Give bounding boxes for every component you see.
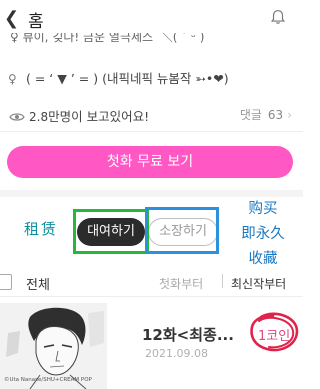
tags-text: ( = ‘ ▼ ’ = ) (내픽네픽 뉴봄작 ➳•❤︎) bbox=[26, 71, 229, 86]
tag-icon: ♀ bbox=[8, 72, 17, 86]
page-title: 홈 bbox=[28, 12, 44, 32]
divider bbox=[0, 296, 303, 297]
annotation-green-box bbox=[73, 209, 149, 254]
sort-latest-button[interactable]: 최신작부터 bbox=[231, 275, 286, 292]
annotation-buy-line: 购买 bbox=[248, 201, 278, 217]
top-bar: ❮ 홈 bbox=[0, 0, 303, 36]
chevron-left-icon[interactable]: ❮ bbox=[4, 8, 19, 29]
episode-list-header: 전체 첫화부터 최신작부터 bbox=[0, 270, 303, 296]
annotation-buy-note: 购买 即永久 收藏 bbox=[232, 197, 294, 272]
select-all-label: 전체 bbox=[26, 278, 50, 293]
comments-link[interactable]: 댓글 63 › bbox=[240, 106, 292, 123]
annotation-buy-line: 收藏 bbox=[248, 251, 278, 267]
section-gap bbox=[0, 190, 303, 197]
sort-separator bbox=[222, 274, 223, 288]
comments-count: 63 bbox=[267, 108, 284, 122]
annotation-red-circle bbox=[250, 312, 299, 352]
divider bbox=[0, 131, 303, 132]
comments-label: 댓글 bbox=[239, 108, 262, 122]
views-text: 만명이 보고있어요! bbox=[48, 109, 150, 124]
chevron-right-icon: › bbox=[287, 108, 292, 122]
eye-icon bbox=[9, 113, 25, 121]
select-all-checkbox[interactable] bbox=[0, 274, 12, 290]
episode-title[interactable]: 12화<최종... bbox=[142, 324, 234, 345]
annotation-blue-box bbox=[145, 207, 219, 254]
first-episode-free-button[interactable]: 첫화 무료 보기 bbox=[7, 146, 293, 178]
annotation-rent-note: 租赁 bbox=[24, 220, 59, 238]
episode-thumbnail[interactable]: ©Uta Nanase/SHU+CREAM POP bbox=[0, 303, 107, 389]
thumbnail-credit: ©Uta Nanase/SHU+CREAM POP bbox=[4, 377, 92, 383]
views-row: 2.8만명이 보고있어요! 댓글 63 › bbox=[8, 106, 298, 125]
views-count: 2.8 bbox=[29, 110, 49, 124]
sort-first-button[interactable]: 첫화부터 bbox=[159, 275, 203, 292]
episode-date: 2021.09.08 bbox=[145, 347, 208, 360]
tags-row: ♀ ( = ‘ ▼ ’ = ) (내픽네픽 뉴봄작 ➳•❤︎) bbox=[8, 68, 298, 87]
bell-icon[interactable] bbox=[269, 8, 287, 26]
description-cut-line: ♀ 뷰이, 깆다! 금운 열극세스 ̄ ＼( ˊ ᵕ ) bbox=[10, 33, 205, 44]
annotation-buy-line: 即永久 bbox=[241, 226, 285, 242]
